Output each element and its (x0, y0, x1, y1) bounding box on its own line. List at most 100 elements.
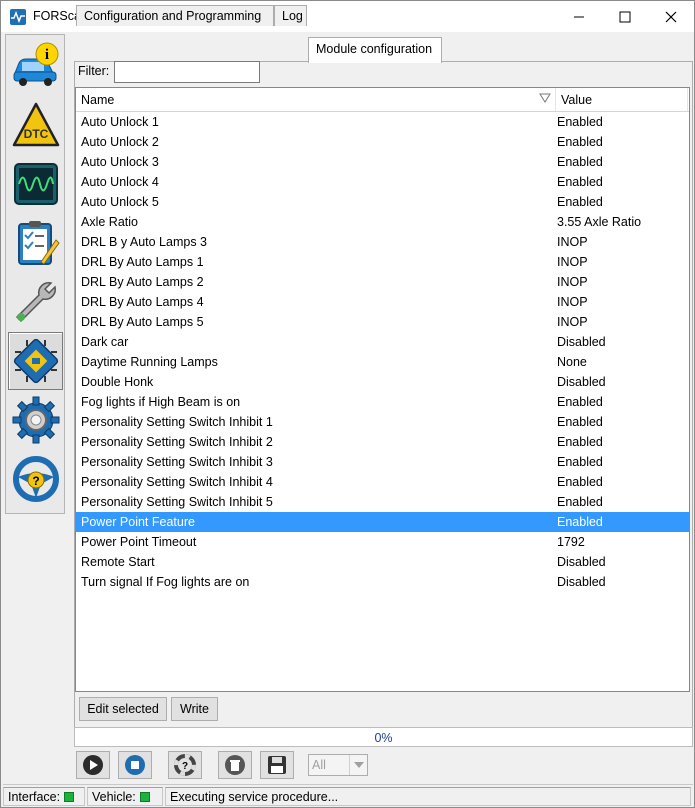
oscilloscope-icon (13, 163, 58, 205)
table-row[interactable]: Auto Unlock 1 Enabled (76, 112, 689, 132)
cell-value: Enabled (557, 515, 603, 529)
wrench-icon (15, 281, 56, 323)
cell-value: Enabled (557, 115, 603, 129)
write-button[interactable]: Write (171, 697, 218, 721)
sidebar-item-settings[interactable] (8, 391, 63, 449)
table-row[interactable]: DRL By Auto Lamps 5 INOP (76, 312, 689, 332)
cell-name: Daytime Running Lamps (81, 355, 218, 369)
cell-value: Enabled (557, 395, 603, 409)
cell-value: INOP (557, 295, 588, 309)
sidebar-item-help[interactable]: ? (8, 450, 63, 508)
maximize-button[interactable] (602, 1, 648, 32)
table-row[interactable]: Auto Unlock 4 Enabled (76, 172, 689, 192)
help-button[interactable]: ? (168, 751, 202, 779)
module-chip-icon (13, 338, 58, 384)
cell-name: DRL By Auto Lamps 1 (81, 255, 204, 269)
save-icon (268, 756, 286, 774)
sidebar-item-service[interactable] (8, 273, 63, 331)
cell-name: Personality Setting Switch Inhibit 3 (81, 455, 273, 469)
cell-value: Enabled (557, 175, 603, 189)
filter-input[interactable] (114, 61, 260, 83)
save-button[interactable] (260, 751, 294, 779)
tab-module-configuration[interactable]: Module configuration (308, 37, 442, 63)
table-row[interactable]: Auto Unlock 2 Enabled (76, 132, 689, 152)
table-row[interactable]: Personality Setting Switch Inhibit 4 Enab… (76, 472, 689, 492)
table-row[interactable]: Power Point Timeout 1792 (76, 532, 689, 552)
stop-icon (125, 755, 145, 775)
cell-name: DRL By Auto Lamps 5 (81, 315, 204, 329)
table-row[interactable]: DRL By Auto Lamps 4 INOP (76, 292, 689, 312)
help-steering-wheel-icon: ? (12, 456, 59, 502)
cell-value: 3.55 Axle Ratio (557, 215, 642, 229)
cell-value: Enabled (557, 155, 603, 169)
cell-name: Power Point Timeout (81, 535, 197, 549)
cell-name: Dark car (81, 335, 129, 349)
cell-name: DRL By Auto Lamps 4 (81, 295, 204, 309)
cell-name: Auto Unlock 2 (81, 135, 159, 149)
cell-value: INOP (557, 315, 588, 329)
erase-icon (225, 755, 245, 775)
cell-name: Personality Setting Switch Inhibit 5 (81, 495, 273, 509)
vehicle-led-icon (139, 792, 150, 802)
cell-value: Disabled (557, 375, 606, 389)
cell-name: DRL By Auto Lamps 2 (81, 275, 204, 289)
table-row[interactable]: DRL By Auto Lamps 1 INOP (76, 252, 689, 272)
sidebar-item-oscilloscope[interactable] (8, 155, 63, 213)
table-row[interactable]: Auto Unlock 5 Enabled (76, 192, 689, 212)
cell-value: Enabled (557, 495, 603, 509)
table-row[interactable]: Dark car Disabled (76, 332, 689, 352)
cell-value: Disabled (557, 575, 606, 589)
interface-label: Interface: (8, 790, 61, 804)
cell-name: Personality Setting Switch Inhibit 1 (81, 415, 273, 429)
table-row[interactable]: Personality Setting Switch Inhibit 1 Enab… (76, 412, 689, 432)
cell-value: INOP (557, 235, 588, 249)
checklist-icon (17, 221, 60, 265)
tab-configuration-and-programming[interactable]: Configuration and Programming (76, 5, 274, 26)
cell-value: INOP (557, 255, 588, 269)
tab-label: Configuration and Programming (84, 9, 262, 23)
cell-value: Enabled (557, 475, 603, 489)
minimize-button[interactable] (556, 1, 602, 32)
table-row[interactable]: Daytime Running Lamps None (76, 352, 689, 372)
column-header-name[interactable]: Name (76, 88, 556, 111)
sidebar-item-checklist[interactable] (8, 214, 63, 272)
cell-value: Enabled (557, 135, 603, 149)
table-row[interactable]: Personality Setting Switch Inhibit 3 Enab… (76, 452, 689, 472)
cell-name: Personality Setting Switch Inhibit 4 (81, 475, 273, 489)
tab-log[interactable]: Log (274, 5, 307, 26)
cell-name: Turn signal If Fog lights are on (81, 575, 250, 589)
vehicle-label: Vehicle: (92, 790, 136, 804)
table-row[interactable]: Personality Setting Switch Inhibit 2 Enab… (76, 432, 689, 452)
table-row[interactable]: Fog lights if High Beam is on Enabled (76, 392, 689, 412)
column-header-value[interactable]: Value (556, 88, 688, 111)
cell-value: Disabled (557, 555, 606, 569)
table-row[interactable]: Axle Ratio 3.55 Axle Ratio (76, 212, 689, 232)
edit-selected-button[interactable]: Edit selected (79, 697, 167, 721)
stop-button[interactable] (118, 751, 152, 779)
forscan-window: FORScan i DTC ? Configuration and Progra… (0, 0, 695, 808)
cell-value: Disabled (557, 335, 606, 349)
table-row[interactable]: DRL B y Auto Lamps 3 INOP (76, 232, 689, 252)
table-row[interactable]: Personality Setting Switch Inhibit 5 Enab… (76, 492, 689, 512)
table-row[interactable]: Remote Start Disabled (76, 552, 689, 572)
sidebar-item-vehicle-info[interactable]: i (8, 37, 63, 95)
cell-name: DRL B y Auto Lamps 3 (81, 235, 207, 249)
tab-label: Log (282, 9, 303, 23)
table-row[interactable]: Turn signal If Fog lights are on Disabled (76, 572, 689, 592)
table-row[interactable]: DRL By Auto Lamps 2 INOP (76, 272, 689, 292)
sidebar-item-dtc[interactable]: DTC (8, 96, 63, 154)
table-row[interactable]: Double Honk Disabled (76, 372, 689, 392)
cell-name: Auto Unlock 1 (81, 115, 159, 129)
cell-name: Auto Unlock 3 (81, 155, 159, 169)
erase-button[interactable] (218, 751, 252, 779)
module-filter-select[interactable]: All (308, 754, 368, 776)
run-button[interactable] (76, 751, 110, 779)
cell-name: Remote Start (81, 555, 155, 569)
forscan-app-icon (10, 9, 26, 25)
close-button[interactable] (648, 1, 694, 32)
table-row[interactable]: Auto Unlock 3 Enabled (76, 152, 689, 172)
table-row[interactable]: Power Point Feature Enabled (76, 512, 689, 532)
sidebar-item-module-configuration[interactable] (8, 332, 63, 390)
dtc-icon: DTC (12, 102, 59, 147)
interface-status: Interface: (3, 787, 85, 806)
